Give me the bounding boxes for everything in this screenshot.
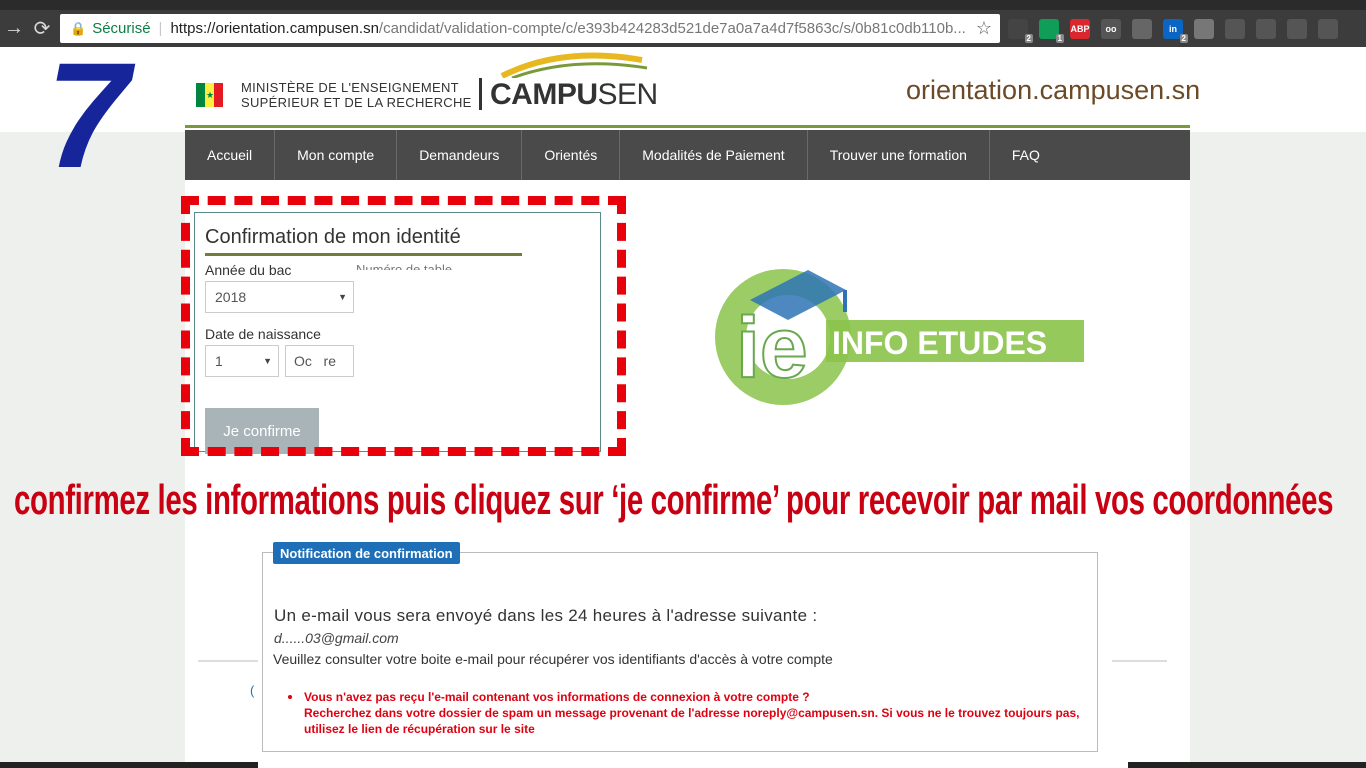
url-separator: | <box>158 20 163 37</box>
page-bottom <box>258 762 1128 768</box>
watermark-letters: ie <box>736 300 808 396</box>
linkedin-icon[interactable]: in 2 <box>1163 18 1188 43</box>
hangouts-icon[interactable]: 1 <box>1039 18 1064 43</box>
url-host: https://orientation.campusen.sn <box>170 20 379 37</box>
logo-thin: SEN <box>597 78 659 111</box>
site-domain: orientation.campusen.sn <box>906 75 1201 105</box>
notification-tag: Notification de confirmation <box>273 542 460 564</box>
bullet-icon <box>288 695 292 699</box>
menu-item-trouver-formation[interactable]: Trouver une formation <box>808 130 990 180</box>
extension-bar: 2 1 ABP oo in 2 <box>1008 10 1338 47</box>
ministry-line-1: MINISTÈRE DE L'ENSEIGNEMENT <box>241 80 459 95</box>
address-bar[interactable]: 🔒 Sécurisé | https://orientation.campuse… <box>60 14 1000 43</box>
menu-item-demandeurs[interactable]: Demandeurs <box>397 130 523 180</box>
tab-strip <box>0 0 1366 10</box>
badge: 2 <box>1024 33 1033 43</box>
ministry-name: MINISTÈRE DE L'ENSEIGNEMENT SUPÉRIEUR ET… <box>241 80 472 110</box>
divider-right <box>1112 660 1167 662</box>
warning-line-1: Vous n'avez pas reçu l'e-mail contenant … <box>304 690 810 704</box>
pdf-icon[interactable] <box>1132 18 1152 39</box>
link-fragment[interactable]: ( <box>250 683 254 698</box>
url-path: /candidat/validation-compte/c/e393b42428… <box>378 20 966 37</box>
menu-item-accueil[interactable]: Accueil <box>185 130 276 180</box>
forward-arrow-icon[interactable]: → <box>0 15 28 43</box>
menu-item-mon-compte[interactable]: Mon compte <box>275 130 398 180</box>
notification-email: d......03@gmail.com <box>274 630 399 646</box>
menu-item-orientes[interactable]: Orientés <box>522 130 621 180</box>
highlight-dashed-box <box>181 196 626 456</box>
notification-subtext: Veuillez consulter votre boite e-mail po… <box>273 651 833 667</box>
browser-toolbar: → ⟳ 🔒 Sécurisé | https://orientation.cam… <box>0 10 1366 47</box>
header-rule <box>185 125 1190 128</box>
mail-icon[interactable] <box>1318 18 1338 39</box>
watermark-text: INFO ETUDES <box>832 325 1047 361</box>
cube-icon[interactable] <box>1256 18 1276 39</box>
notification-warning: Vous n'avez pas reçu l'e-mail contenant … <box>288 689 1088 737</box>
main-menu: Accueil Mon compte Demandeurs Orientés M… <box>185 130 1190 180</box>
shield-icon[interactable] <box>1287 18 1307 39</box>
divider-left <box>198 660 258 662</box>
drive-icon[interactable] <box>1194 18 1214 39</box>
vpn-icon[interactable] <box>1225 18 1245 39</box>
logo-divider <box>479 78 482 110</box>
info-etudes-watermark-icon: ie INFO ETUDES <box>715 269 1084 405</box>
notification-main-text: Un e-mail vous sera envoyé dans les 24 h… <box>274 606 818 625</box>
reader-icon[interactable]: oo <box>1101 18 1121 39</box>
logo-bold: CAMPU <box>490 78 598 111</box>
adblock-icon[interactable]: ABP <box>1070 18 1090 39</box>
gmail-icon[interactable]: 2 <box>1008 18 1033 43</box>
instruction-banner: confirmez les informations puis cliquez … <box>14 476 1334 523</box>
menu-item-paiement[interactable]: Modalités de Paiement <box>620 130 808 180</box>
bookmark-star-icon[interactable]: ☆ <box>976 18 992 39</box>
step-number: 7 <box>46 31 130 199</box>
warning-line-2: Recherchez dans votre dossier de spam un… <box>304 706 1080 736</box>
senegal-flag-icon: ★ <box>196 83 223 107</box>
ministry-line-2: SUPÉRIEUR ET DE LA RECHERCHE <box>241 95 472 110</box>
badge: 2 <box>1179 33 1188 43</box>
campusen-logo[interactable]: CAMPUSEN <box>490 78 658 112</box>
badge: 1 <box>1055 33 1064 43</box>
campusen-swoosh-icon <box>500 52 648 78</box>
menu-item-faq[interactable]: FAQ <box>990 130 1062 180</box>
